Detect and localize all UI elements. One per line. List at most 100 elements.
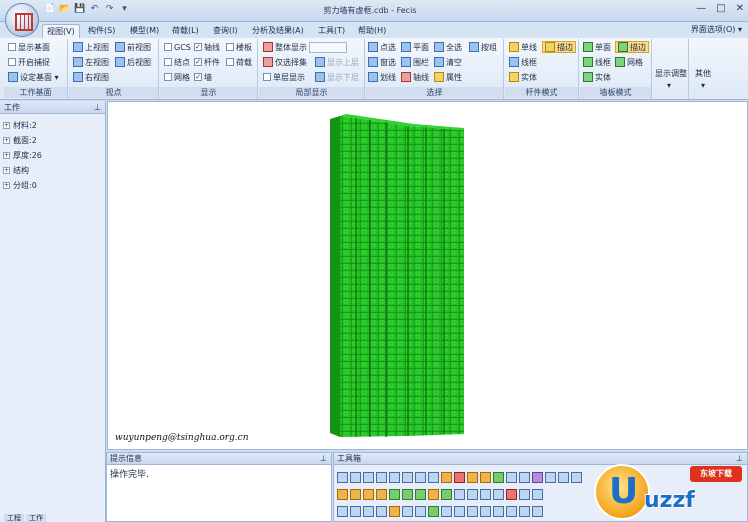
toggle-load[interactable]: 荷载 — [226, 56, 252, 68]
tab-help[interactable]: 帮助(H) — [354, 24, 390, 38]
mesh-tool-icon[interactable] — [571, 472, 582, 483]
display-adjust-button[interactable]: 显示调整 — [655, 67, 687, 79]
expand-icon[interactable]: + — [3, 182, 10, 189]
panel-tool-icon[interactable] — [389, 489, 400, 500]
toggle-gcs[interactable]: GCS — [164, 41, 191, 53]
single-layer-checkbox[interactable] — [263, 73, 271, 81]
interface-options-menu[interactable]: 界面选项(O) ▾ — [691, 24, 742, 35]
close-icon[interactable]: ✕ — [736, 3, 744, 14]
others-button[interactable]: 其他 — [695, 67, 711, 79]
tab-view[interactable]: 视图(V) — [42, 24, 80, 38]
tab-tools[interactable]: 工具(T) — [314, 24, 349, 38]
maximize-icon[interactable]: □ — [716, 3, 725, 14]
fill-tool-icon[interactable] — [532, 472, 543, 483]
expand-icon[interactable]: + — [3, 167, 10, 174]
panel-mesh-button[interactable]: 网格 — [615, 56, 643, 68]
tool-icon[interactable] — [389, 506, 400, 517]
axis-checkbox[interactable]: ✓ — [194, 43, 202, 51]
cube-tool-icon[interactable] — [376, 472, 387, 483]
member-wireframe-button[interactable]: 线框 — [509, 56, 537, 68]
tab-member[interactable]: 构件(S) — [84, 24, 119, 38]
toggle-member[interactable]: ✓ 杆件 — [194, 56, 220, 68]
panel-tool-icon[interactable] — [415, 489, 426, 500]
redo-icon[interactable]: ↷ — [104, 4, 115, 15]
group-display-adjust[interactable]: 显示调整 ▾ — [653, 39, 689, 99]
tool-icon[interactable] — [350, 506, 361, 517]
node-checkbox[interactable] — [164, 58, 172, 66]
show-plane-button[interactable]: 显示基面 — [8, 41, 50, 53]
load-checkbox[interactable] — [226, 58, 234, 66]
tool-icon[interactable] — [363, 506, 374, 517]
tool-icon[interactable] — [493, 506, 504, 517]
new-file-icon[interactable]: 📄 — [44, 4, 55, 15]
group-select-button[interactable]: 按组 — [469, 41, 497, 53]
member-outline-button[interactable]: 描边 — [542, 41, 576, 53]
panel-wireframe-button[interactable]: 线框 — [583, 56, 611, 68]
toggle-slab[interactable]: 楼板 — [226, 41, 252, 53]
window-select-button[interactable]: 窗选 — [368, 56, 396, 68]
member-single-line-button[interactable]: 单线 — [509, 41, 537, 53]
save-icon[interactable]: 💾 — [74, 4, 85, 15]
tool-icon[interactable] — [337, 506, 348, 517]
tab-model[interactable]: 模型(M) — [126, 24, 163, 38]
point-select-button[interactable]: 点选 — [368, 41, 396, 53]
panel-single-face-button[interactable]: 单面 — [583, 41, 611, 53]
tree-node-thickness[interactable]: + 厚度:26 — [3, 148, 105, 163]
cube-tool-icon[interactable] — [363, 472, 374, 483]
tool-icon[interactable] — [402, 506, 413, 517]
outline-tool-icon[interactable] — [428, 489, 439, 500]
application-menu-button[interactable] — [5, 3, 39, 37]
pen-tool-icon[interactable] — [337, 489, 348, 500]
arrow-tool-icon[interactable] — [506, 472, 517, 483]
toggle-mesh[interactable]: 网格 — [164, 71, 190, 83]
wall-checkbox[interactable]: ✓ — [194, 73, 202, 81]
move-tool-icon[interactable] — [454, 489, 465, 500]
panel-tool-icon[interactable] — [441, 489, 452, 500]
show-plane-checkbox[interactable] — [8, 43, 16, 51]
customize-qat-icon[interactable]: ▾ — [119, 4, 130, 15]
slab-checkbox[interactable] — [226, 43, 234, 51]
delete-tool-icon[interactable] — [506, 489, 517, 500]
outline-tool-icon[interactable] — [480, 472, 491, 483]
select-all-button[interactable]: 全选 — [434, 41, 462, 53]
snap-tool-icon[interactable] — [441, 472, 452, 483]
tree-node-structure[interactable]: + 结构 — [3, 163, 105, 178]
expand-icon[interactable]: + — [3, 137, 10, 144]
cube-tool-icon[interactable] — [415, 472, 426, 483]
pin-icon[interactable]: ⊥ — [94, 101, 101, 114]
pen-tool-icon[interactable] — [376, 489, 387, 500]
open-file-icon[interactable]: 📂 — [59, 4, 70, 15]
node-tool-icon[interactable] — [467, 472, 478, 483]
expand-icon[interactable]: + — [3, 122, 10, 129]
property-select-button[interactable]: 属性 — [434, 71, 462, 83]
toggle-axis[interactable]: ✓ 轴线 — [194, 41, 220, 53]
tool-icon[interactable] — [480, 506, 491, 517]
link-tool-icon[interactable] — [480, 489, 491, 500]
tree-node-group[interactable]: + 分组:0 — [3, 178, 105, 193]
show-upper-button[interactable]: 显示上层 — [315, 56, 359, 68]
tool-icon[interactable] — [415, 506, 426, 517]
group-others[interactable]: 其他 ▾ — [690, 39, 720, 99]
global-display-button[interactable]: 整体显示 — [263, 41, 347, 53]
axis-select-button[interactable]: 轴线 — [401, 71, 429, 83]
copy-tool-icon[interactable] — [519, 489, 530, 500]
snap-checkbox[interactable] — [8, 58, 16, 66]
line-select-button[interactable]: 划线 — [368, 71, 396, 83]
tab-project[interactable]: 工程 — [4, 514, 24, 522]
panel-tool-icon[interactable] — [493, 472, 504, 483]
top-view-button[interactable]: 上视图 — [73, 41, 109, 53]
minimize-icon[interactable]: — — [696, 3, 706, 14]
tree-node-section[interactable]: + 截面:2 — [3, 133, 105, 148]
toggle-node[interactable]: 结点 — [164, 56, 190, 68]
tool-icon[interactable] — [428, 506, 439, 517]
layer-dropdown[interactable] — [309, 41, 347, 53]
frame-tool-icon[interactable] — [519, 472, 530, 483]
plane-select-button[interactable]: 平面 — [401, 41, 429, 53]
expand-icon[interactable]: + — [3, 152, 10, 159]
back-view-button[interactable]: 后视图 — [115, 56, 151, 68]
tree-node-material[interactable]: + 材料:2 — [3, 118, 105, 133]
member-checkbox[interactable]: ✓ — [194, 58, 202, 66]
pen-tool-icon[interactable] — [363, 489, 374, 500]
right-view-button[interactable]: 右视图 — [73, 71, 109, 83]
tool-icon[interactable] — [506, 506, 517, 517]
